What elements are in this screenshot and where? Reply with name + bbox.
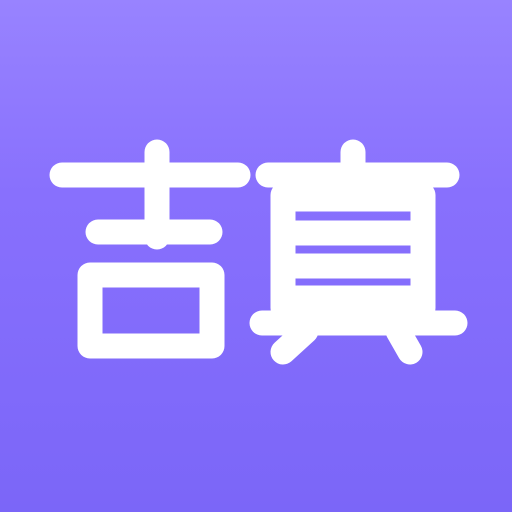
glyph-ji	[49, 139, 251, 359]
app-icon-logo	[49, 139, 468, 365]
glyph-zhen	[249, 139, 468, 365]
app-icon: 吉真	[0, 0, 512, 512]
